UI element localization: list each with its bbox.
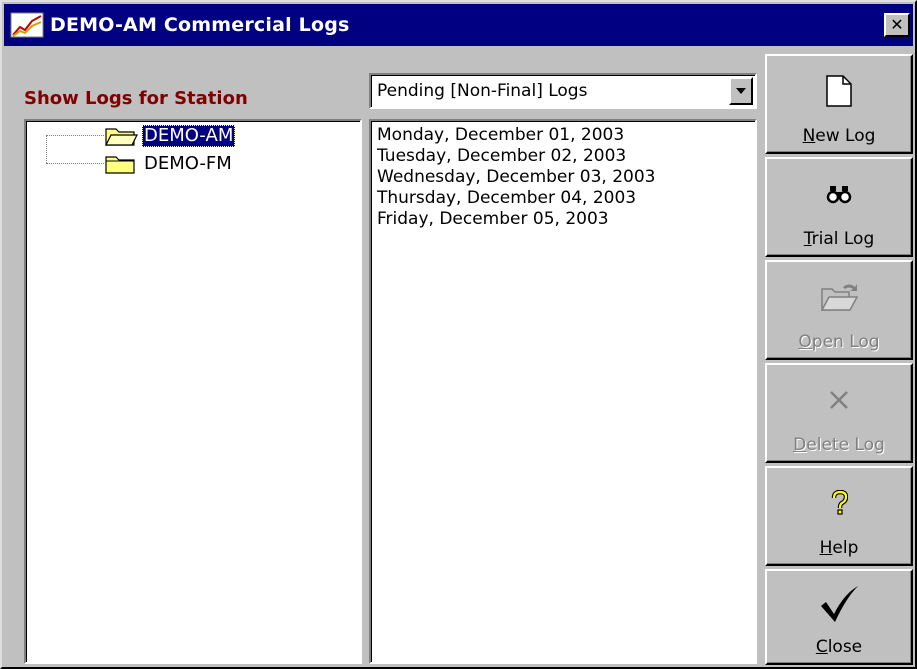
tree-connector	[46, 135, 104, 136]
tree-connector	[46, 135, 47, 163]
new-log-button[interactable]: New Log	[765, 54, 913, 154]
checkmark-icon	[821, 586, 858, 622]
open-folder-icon	[105, 128, 138, 146]
delete-x-icon	[830, 391, 848, 409]
question-mark-icon	[831, 490, 848, 515]
log-list-item[interactable]: Monday, December 01, 2003	[377, 125, 749, 146]
folder-icon	[105, 156, 135, 174]
help-button[interactable]: Help	[765, 466, 913, 566]
log-filter-value: Pending [Non-Final] Logs	[377, 81, 588, 101]
trial-log-button[interactable]: Trial Log	[765, 157, 913, 257]
tree-item-demo-fm[interactable]: DEMO-FM	[104, 152, 234, 176]
log-list-item[interactable]: Thursday, December 04, 2003	[377, 188, 749, 209]
title-bar[interactable]: DEMO-AM Commercial Logs ✕	[4, 4, 913, 46]
open-log-button[interactable]: Open Log	[765, 260, 913, 360]
chart-app-icon	[10, 12, 44, 38]
tree-item-demo-am[interactable]: DEMO-AM	[104, 124, 236, 148]
close-icon: ✕	[890, 15, 904, 34]
commercial-logs-window: DEMO-AM Commercial Logs ✕ Show Logs for …	[0, 0, 917, 669]
station-tree[interactable]: DEMO-AM DEMO-FM	[24, 119, 362, 664]
log-list[interactable]: Monday, December 01, 2003 Tuesday, Decem…	[369, 119, 757, 664]
open-folder-icon	[820, 284, 859, 311]
help-label: Help	[819, 538, 859, 558]
log-list-item[interactable]: Tuesday, December 02, 2003	[377, 146, 749, 167]
tree-item-label: DEMO-AM	[142, 125, 236, 147]
window-title: DEMO-AM Commercial Logs	[50, 14, 350, 36]
tree-connector	[46, 163, 104, 164]
delete-log-label: Delete Log	[793, 435, 885, 455]
new-document-icon	[826, 75, 852, 107]
delete-log-button[interactable]: Delete Log	[765, 363, 913, 463]
open-log-label: Open Log	[798, 332, 880, 352]
new-log-label: New Log	[802, 126, 876, 146]
log-filter-select[interactable]: Pending [Non-Final] Logs	[369, 73, 757, 109]
close-button[interactable]: Close	[765, 569, 913, 665]
log-list-item[interactable]: Wednesday, December 03, 2003	[377, 167, 749, 188]
binoculars-icon	[826, 186, 852, 204]
dropdown-button[interactable]	[729, 77, 753, 105]
station-list-label: Show Logs for Station	[24, 88, 248, 109]
close-label: Close	[815, 637, 863, 657]
close-window-button[interactable]: ✕	[884, 13, 910, 37]
chevron-down-icon	[736, 88, 746, 94]
log-list-item[interactable]: Friday, December 05, 2003	[377, 209, 749, 230]
trial-log-label: Trial Log	[803, 229, 875, 249]
tree-item-label: DEMO-FM	[144, 153, 232, 174]
